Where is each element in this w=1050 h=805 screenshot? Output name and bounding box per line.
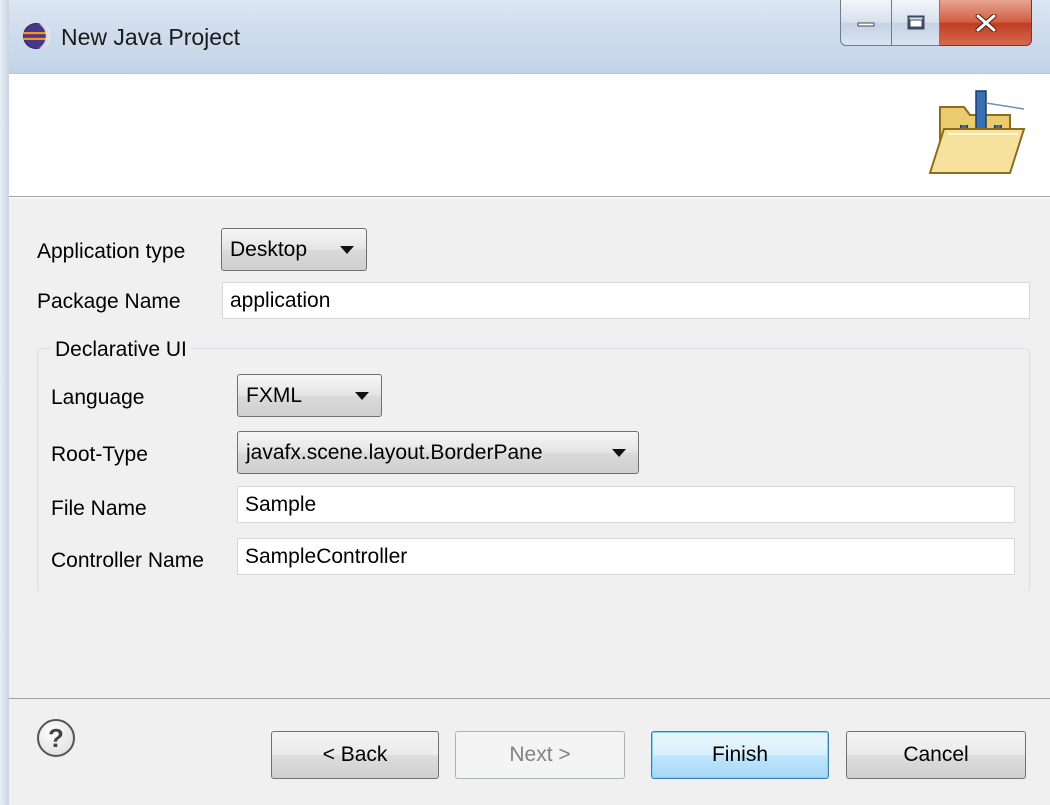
application-type-label: Application type: [37, 240, 186, 263]
file-name-value: Sample: [245, 492, 317, 516]
help-glyph: ?: [48, 722, 64, 753]
application-type-select[interactable]: Desktop: [221, 228, 367, 271]
title-bar[interactable]: New Java Project: [9, 0, 1050, 74]
maximize-icon: [907, 15, 924, 29]
next-button-label: Next >: [509, 743, 571, 766]
file-name-label: File Name: [51, 497, 147, 520]
wizard-footer: ? < Back Next > Finish Cancel: [9, 698, 1050, 805]
group-title: Declarative UI: [51, 338, 191, 362]
application-type-value: Desktop: [230, 237, 308, 261]
window-title: New Java Project: [61, 24, 240, 50]
root-type-select[interactable]: javafx.scene.layout.BorderPane: [237, 431, 639, 474]
java-project-folder-icon: [928, 90, 1026, 174]
language-label: Language: [51, 386, 145, 409]
close-icon: [975, 13, 996, 32]
language-select[interactable]: FXML: [237, 374, 382, 417]
controller-name-value: SampleController: [245, 544, 408, 568]
controller-name-field[interactable]: SampleController: [237, 538, 1015, 575]
cancel-button-label: Cancel: [903, 743, 969, 766]
chevron-down-icon: [612, 449, 626, 457]
finish-button-label: Finish: [711, 743, 769, 766]
wizard-form: Application type Desktop Package Name ap…: [9, 198, 1050, 698]
window-controls: [840, 0, 1032, 48]
root-type-label: Root-Type: [51, 443, 148, 466]
close-button[interactable]: [940, 0, 1032, 46]
chevron-down-icon: [340, 246, 354, 254]
finish-button[interactable]: Finish: [651, 731, 829, 779]
chevron-down-icon: [355, 392, 369, 400]
back-button[interactable]: < Back: [271, 731, 439, 779]
window-edge: [0, 0, 9, 805]
help-icon[interactable]: ?: [37, 719, 75, 757]
cancel-button[interactable]: Cancel: [846, 731, 1026, 779]
package-name-value: application: [230, 288, 331, 312]
language-value: FXML: [246, 383, 303, 407]
back-button-label: < Back: [322, 743, 388, 766]
file-name-field[interactable]: Sample: [237, 486, 1015, 523]
minimize-icon: [857, 22, 875, 26]
wizard-banner: [9, 75, 1050, 197]
package-name-field[interactable]: application: [222, 282, 1030, 319]
eclipse-icon: [23, 23, 50, 49]
maximize-button[interactable]: [892, 0, 940, 46]
next-button[interactable]: Next >: [455, 731, 625, 779]
root-type-value: javafx.scene.layout.BorderPane: [246, 440, 543, 464]
controller-name-label: Controller Name: [51, 549, 204, 572]
package-name-label: Package Name: [37, 290, 181, 313]
minimize-button[interactable]: [840, 0, 892, 46]
